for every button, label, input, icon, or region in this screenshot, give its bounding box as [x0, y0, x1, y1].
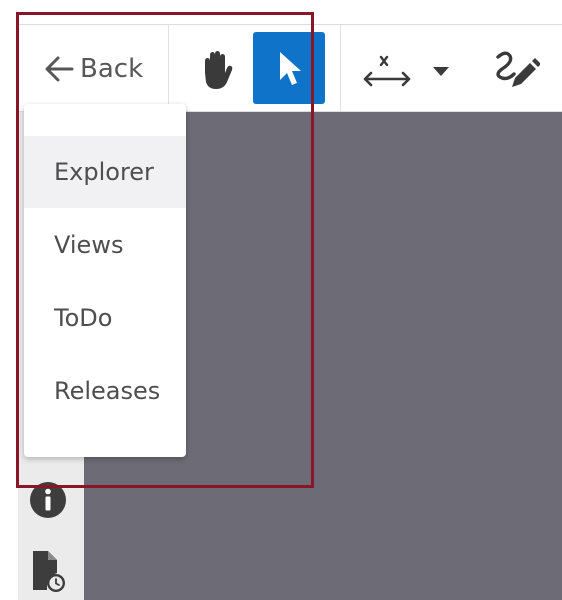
caret-down-icon — [433, 67, 449, 76]
app-window: Back Explorer Views ToDo Releases — [0, 0, 562, 600]
toolbar-divider — [168, 25, 169, 111]
menu-item-releases[interactable]: Releases — [24, 355, 186, 427]
document-clock-icon — [33, 551, 65, 592]
back-button[interactable]: Back — [42, 50, 162, 88]
hand-pan-icon — [205, 51, 233, 89]
history-button[interactable] — [28, 549, 68, 593]
measure-distance-icon — [363, 55, 411, 87]
draw-pen-icon — [496, 51, 540, 87]
menu-item-views[interactable]: Views — [24, 209, 186, 281]
measure-tool-button[interactable] — [360, 51, 414, 91]
toolbar-divider — [340, 25, 341, 111]
navigation-menu: Explorer Views ToDo Releases — [24, 104, 186, 457]
draw-tool-button[interactable] — [490, 47, 540, 93]
back-label: Back — [80, 54, 144, 84]
info-icon — [30, 482, 66, 518]
info-button[interactable] — [28, 480, 68, 520]
select-tool-button[interactable] — [253, 32, 325, 104]
pan-tool-button[interactable] — [194, 48, 238, 92]
select-pointer-icon — [280, 52, 301, 85]
menu-item-todo[interactable]: ToDo — [24, 282, 186, 354]
toolbar: Back — [18, 25, 562, 112]
measure-options-dropdown[interactable] — [428, 61, 454, 81]
menu-item-explorer[interactable]: Explorer — [24, 136, 186, 208]
arrow-left-icon — [45, 56, 74, 82]
